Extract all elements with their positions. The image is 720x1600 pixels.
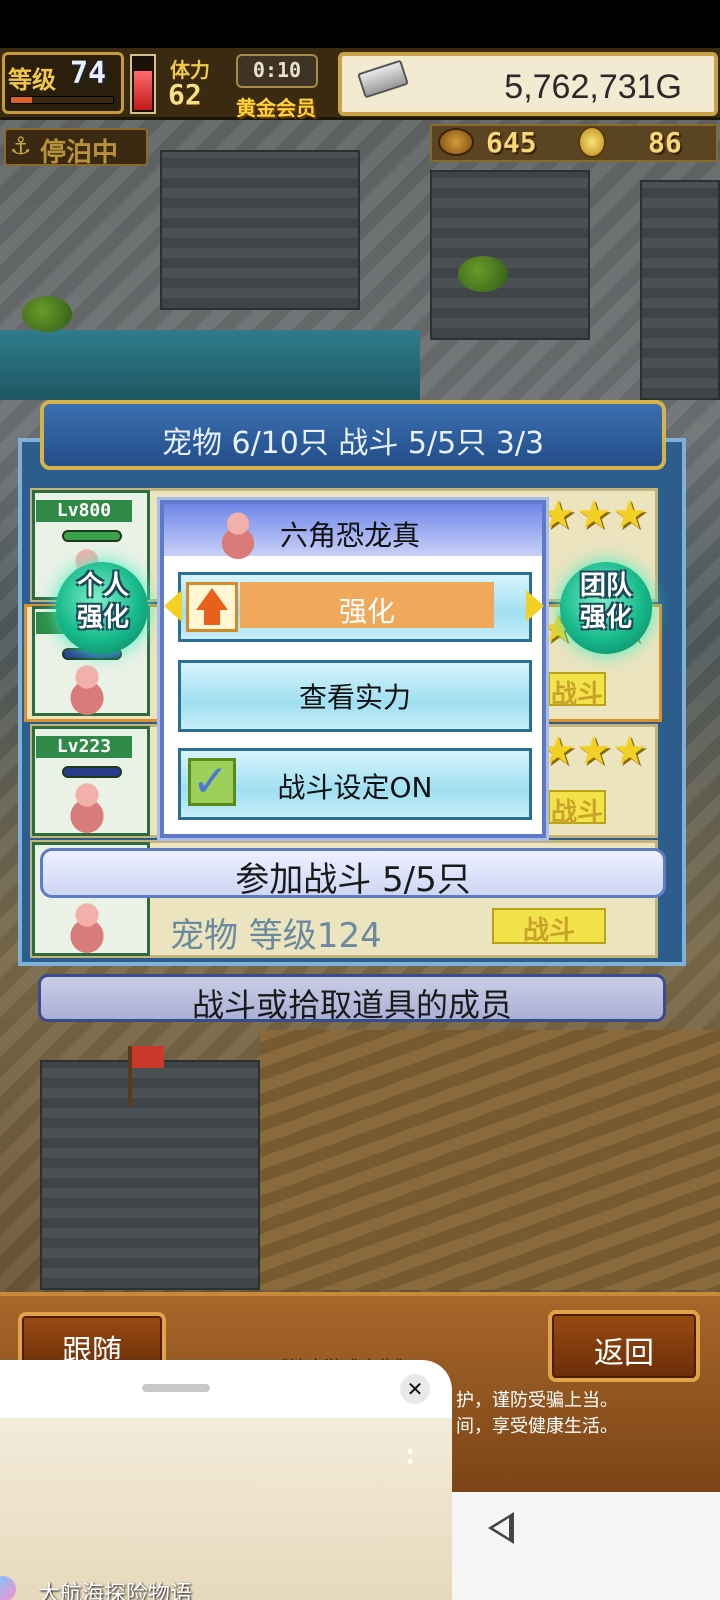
app-name: 大航海探险物语: [38, 1582, 193, 1600]
axolotl-pet-sprite: [46, 774, 128, 834]
anchor-icon: ⚓: [10, 132, 32, 160]
harbor-tower: [40, 1060, 260, 1290]
panel-footer-label: 战斗或拾取道具的成员: [191, 986, 512, 1024]
health-notice-line: 护，谨防受骗上当。: [456, 1390, 618, 1411]
axolotl-pet-sprite: [46, 656, 128, 716]
pet-level-tag: Lv223: [36, 736, 132, 758]
close-icon[interactable]: ✕: [400, 1374, 430, 1404]
back-button-label[interactable]: 返回: [548, 1328, 700, 1372]
battle-setting-label[interactable]: 战斗设定ON: [178, 766, 532, 806]
arrow-left-icon[interactable]: [164, 590, 182, 622]
ship-deck: [260, 1030, 720, 1290]
level-label: 等级: [8, 66, 56, 94]
arrow-right-icon[interactable]: [526, 590, 544, 622]
gold-value: 5,762,731G: [504, 68, 682, 106]
up-arrow-icon: [196, 588, 228, 610]
axolotl-pet-sprite: [46, 894, 128, 954]
personal-enhance-label[interactable]: 个人 强化: [56, 570, 150, 634]
stamina-value: 62: [168, 78, 202, 111]
join-battle-label: 参加战斗 5/5只: [235, 860, 471, 900]
resource2-value: 86: [648, 126, 682, 159]
drag-handle[interactable]: [142, 1384, 210, 1392]
up-arrow-stem: [204, 609, 220, 625]
stamina-timer: 0:10: [252, 58, 302, 82]
docked-status: 停泊中: [40, 138, 119, 168]
water-canal: [0, 330, 420, 400]
castle-tower: [430, 170, 590, 340]
rarity-stars: ★★★: [540, 492, 648, 538]
barrel-icon: [438, 128, 474, 156]
castle-wall: [160, 150, 360, 310]
bush: [458, 256, 508, 292]
more-menu-icon[interactable]: • •: [402, 1444, 418, 1472]
panel-title: 宠物 6/10只 战斗 5/5只 3/3: [161, 426, 545, 461]
member-status-badge[interactable]: 黄金会员: [236, 92, 316, 121]
level-progress-fill: [11, 97, 32, 103]
coin-icon: [578, 126, 606, 158]
enhance-option-label[interactable]: 强化: [240, 590, 494, 630]
battle-tag: 战斗: [548, 790, 606, 828]
bush: [22, 296, 72, 332]
app-preview-thumbnail[interactable]: [0, 1418, 452, 1600]
battle-tag: 战斗: [548, 672, 606, 710]
view-strength-label[interactable]: 查看实力: [178, 676, 532, 716]
rarity-stars: ★★★: [540, 728, 648, 774]
axolotl-pet-icon: [198, 504, 278, 560]
health-notice-line: 间，享受健康生活。: [456, 1416, 618, 1437]
stamina-gauge-fill: [134, 71, 152, 110]
level-value: 74: [70, 56, 107, 91]
castle-tower-right: [640, 180, 720, 400]
flag: [132, 1046, 164, 1068]
battle-tag: 战斗: [492, 908, 606, 946]
system-nav-bar: [452, 1492, 720, 1600]
resource1-value: 645: [486, 126, 537, 159]
nav-back-icon-inner: [493, 1518, 509, 1538]
pet-name-level: 宠物 等级124: [170, 916, 382, 956]
modal-title: 六角恐龙真: [280, 519, 421, 552]
team-enhance-label[interactable]: 团队 强化: [556, 570, 656, 634]
pet-level-tag: Lv800: [36, 500, 132, 522]
